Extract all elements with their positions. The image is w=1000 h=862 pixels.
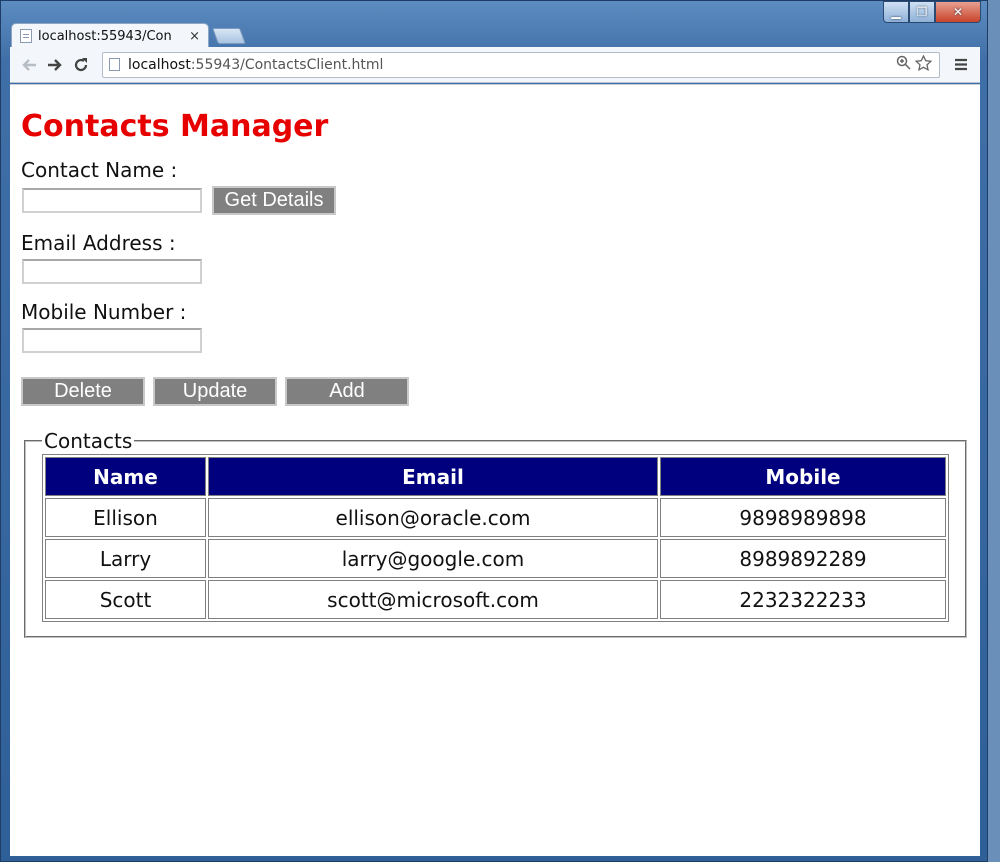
- get-details-button[interactable]: Get Details: [212, 186, 336, 215]
- cell-mobile: 9898989898: [660, 498, 946, 537]
- close-window-button[interactable]: ✕: [935, 1, 981, 23]
- cell-name: Larry: [45, 539, 206, 578]
- address-bar[interactable]: localhost:55943/ContactsClient.html: [102, 51, 940, 78]
- action-buttons: Delete Update Add: [21, 377, 980, 406]
- header-mobile: Mobile: [660, 457, 946, 496]
- browser-window: ▁ ❐ ✕ localhost:55943/Con × localhost:55…: [0, 0, 988, 862]
- table-row[interactable]: Scott scott@microsoft.com 2232322233: [45, 580, 946, 619]
- cell-name: Ellison: [45, 498, 206, 537]
- table-row[interactable]: Larry larry@google.com 8989892289: [45, 539, 946, 578]
- menu-icon[interactable]: [950, 52, 972, 78]
- page-content: Contacts Manager Contact Name : Get Deta…: [10, 107, 980, 638]
- email-label: Email Address :: [21, 231, 176, 255]
- contact-name-row: Get Details: [21, 186, 980, 215]
- new-tab-button[interactable]: [212, 28, 246, 44]
- maximize-icon: ❐: [916, 5, 928, 19]
- page-icon: [109, 58, 120, 71]
- update-button[interactable]: Update: [153, 377, 277, 406]
- back-arrow-icon[interactable]: [16, 52, 42, 78]
- table-header-row: Name Email Mobile: [45, 457, 946, 496]
- url-path: :55943/ContactsClient.html: [190, 56, 384, 73]
- contact-name-label: Contact Name :: [21, 158, 178, 182]
- mobile-row: [21, 328, 980, 353]
- tab-close-icon[interactable]: ×: [189, 29, 200, 44]
- window-controls: ▁ ❐ ✕: [883, 1, 981, 23]
- browser-toolbar: localhost:55943/ContactsClient.html: [10, 47, 980, 83]
- page-viewport: Contacts Manager Contact Name : Get Deta…: [10, 84, 980, 856]
- add-button[interactable]: Add: [285, 377, 409, 406]
- email-row: [21, 259, 980, 284]
- cell-email: scott@microsoft.com: [208, 580, 658, 619]
- cell-mobile: 2232322233: [660, 580, 946, 619]
- contacts-legend: Contacts: [44, 429, 133, 453]
- cell-email: larry@google.com: [208, 539, 658, 578]
- minimize-button[interactable]: ▁: [883, 1, 909, 23]
- page-icon: [20, 29, 32, 43]
- header-email: Email: [208, 457, 658, 496]
- reload-icon[interactable]: [68, 52, 94, 78]
- table-row[interactable]: Ellison ellison@oracle.com 9898989898: [45, 498, 946, 537]
- delete-button[interactable]: Delete: [21, 377, 145, 406]
- cell-email: ellison@oracle.com: [208, 498, 658, 537]
- close-icon: ✕: [952, 5, 964, 19]
- mobile-input[interactable]: [22, 328, 202, 353]
- contacts-table: Name Email Mobile Ellison ellison@oracle…: [42, 454, 949, 622]
- url-text: localhost:55943/ContactsClient.html: [128, 57, 893, 73]
- cell-name: Scott: [45, 580, 206, 619]
- url-host: localhost: [128, 56, 191, 73]
- maximize-button[interactable]: ❐: [909, 1, 935, 23]
- cell-mobile: 8989892289: [660, 539, 946, 578]
- minimize-icon: ▁: [891, 5, 901, 19]
- tab-contacts-client[interactable]: localhost:55943/Con ×: [11, 23, 209, 48]
- zoom-icon[interactable]: [893, 55, 913, 74]
- tab-strip: localhost:55943/Con ×: [11, 22, 246, 48]
- forward-arrow-icon[interactable]: [42, 52, 68, 78]
- tab-title: localhost:55943/Con: [38, 28, 172, 44]
- mobile-label: Mobile Number :: [21, 300, 187, 324]
- star-icon[interactable]: [913, 53, 933, 75]
- contacts-fieldset: Contacts Name Email Mobile Ellison ellis…: [24, 430, 967, 638]
- contact-name-input[interactable]: [22, 188, 202, 213]
- header-name: Name: [45, 457, 206, 496]
- email-input[interactable]: [22, 259, 202, 284]
- page-title: Contacts Manager: [21, 109, 329, 144]
